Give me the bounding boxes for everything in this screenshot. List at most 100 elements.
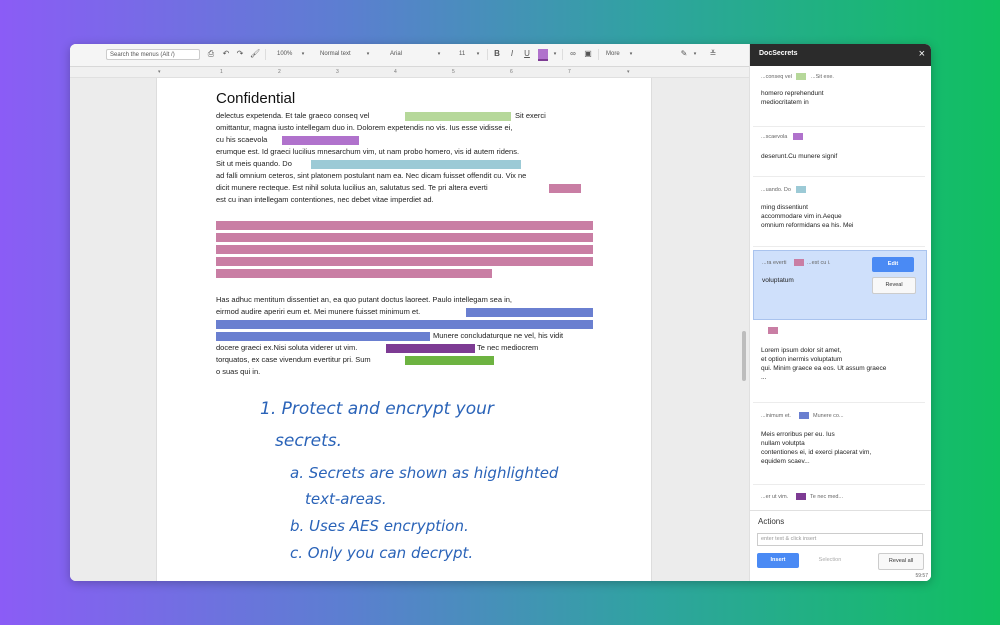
link-icon[interactable]: ∞ [568, 48, 578, 60]
ruler: ▾ 1 2 3 4 5 6 7 ▾ [70, 67, 749, 78]
card-meta-right: ...est cu i. [807, 260, 831, 266]
secret-highlight[interactable] [405, 356, 494, 365]
card-text: Meis erroribus per eu. Ius nullam volutp… [761, 431, 872, 465]
secret-highlight[interactable] [216, 233, 593, 242]
ruler-end-icon: ▾ [627, 69, 630, 75]
card-meta-left: ...uando. Do [761, 187, 791, 193]
toolbar-divider [265, 49, 266, 60]
color-swatch [796, 73, 806, 80]
doc-line: Te nec mediocrem [477, 343, 539, 352]
card-text: homero reprehendunt mediocritatem in [761, 90, 824, 106]
card-meta-left: ...conseq vel [761, 74, 792, 80]
secret-highlight[interactable] [466, 308, 593, 317]
menu-search-input[interactable]: Search the menus (Alt /) [106, 49, 200, 60]
handwritten-note: c. Only you can decrypt. [290, 544, 474, 562]
underline-button[interactable]: U [522, 48, 532, 60]
more-menu[interactable]: More [606, 49, 620, 60]
character-count: 59:57 [915, 573, 928, 579]
undo-icon[interactable]: ↶ [221, 48, 231, 60]
chevron-down-icon: ▾ [693, 51, 697, 57]
secret-card[interactable]: ...conseq vel ...Sit exe. homero reprehe… [753, 68, 925, 127]
color-swatch [794, 259, 804, 266]
insert-button[interactable]: Insert [757, 553, 799, 568]
italic-button[interactable]: I [507, 48, 517, 60]
card-text: ming dissentiunt accommodare vim in.Aequ… [761, 204, 854, 229]
print-icon[interactable]: ⎙ [206, 48, 216, 60]
style-select[interactable]: Normal text [320, 49, 351, 60]
handwritten-note: 1. Protect and encrypt your [260, 399, 494, 419]
card-meta-right: ...Sit exe. [811, 74, 834, 80]
chevron-down-icon: ▾ [629, 51, 633, 57]
secret-highlight[interactable] [216, 269, 492, 278]
collapse-icon[interactable]: ≚ [708, 48, 718, 60]
doc-line: delectus expetenda. Et tale graeco conse… [216, 111, 370, 120]
font-size-select[interactable]: 11 [459, 49, 465, 60]
chevron-down-icon: ▾ [301, 51, 305, 57]
doc-line: Has adhuc mentitum dissentiet an, ea quo… [216, 295, 513, 304]
editor-scrollbar[interactable] [742, 331, 746, 381]
document-editor: Search the menus (Alt /) ⎙ ↶ ↷ 🖌 100% ▾ … [70, 44, 749, 581]
handwritten-note: a. Secrets are shown as highlighted [290, 464, 559, 482]
doc-line: Munere concludaturque ne vel, his vidit [433, 331, 564, 340]
redo-icon[interactable]: ↷ [235, 48, 245, 60]
ruler-mark: 1 [220, 69, 223, 75]
edit-button[interactable]: Edit [872, 257, 914, 272]
ruler-start-icon: ▾ [158, 69, 161, 75]
secret-highlight[interactable] [216, 221, 593, 230]
actions-section: Actions enter text & click insert Insert… [750, 510, 931, 581]
doc-line: est cu inan intellegam contentiones, nec… [216, 195, 434, 204]
ruler-mark: 6 [510, 69, 513, 75]
close-icon[interactable]: × [919, 48, 925, 60]
secret-highlight[interactable] [216, 332, 430, 341]
toolbar-divider [562, 49, 563, 60]
doc-line: erumque est. Id graeci lucilius mnesarch… [216, 147, 520, 156]
ruler-mark: 2 [278, 69, 281, 75]
secret-highlight[interactable] [405, 112, 511, 121]
document-page[interactable]: Confidential delectus expetenda. Et tale… [156, 78, 652, 581]
secret-highlight[interactable] [216, 257, 593, 266]
paint-format-icon[interactable]: 🖌 [250, 48, 260, 60]
comment-icon[interactable]: ▣ [583, 48, 593, 60]
secret-highlight[interactable] [549, 184, 581, 193]
doc-line: o suas qui in. [216, 367, 261, 376]
secret-card[interactable]: ...scaevola deserunt.Cu munere signif [753, 128, 925, 177]
ruler-mark: 7 [568, 69, 571, 75]
ruler-mark: 5 [452, 69, 455, 75]
pen-icon[interactable]: ✎ [679, 48, 689, 60]
chevron-down-icon: ▾ [437, 51, 441, 57]
secret-highlight[interactable] [282, 136, 359, 145]
toolbar-divider [598, 49, 599, 60]
secret-card[interactable]: Lorem ipsum dolor sit amet, et option in… [753, 322, 925, 403]
secret-highlight[interactable] [311, 160, 521, 169]
color-swatch [793, 133, 803, 140]
color-swatch [768, 327, 778, 334]
doc-line: ad falli omnium ceteros, sint platonem p… [216, 171, 527, 180]
bold-button[interactable]: B [492, 48, 502, 60]
panel-title: DocSecrets [759, 50, 798, 57]
card-text: deserunt.Cu munere signif [761, 153, 838, 160]
color-swatch [796, 493, 806, 500]
secret-card-selected[interactable]: ...ra everti ...est cu i. voluptatum Edi… [753, 250, 927, 320]
secret-card[interactable]: ...inimum et. Munere co... Meis erroribu… [753, 404, 925, 485]
card-meta-left: ...ra everti [762, 260, 787, 266]
color-swatch [799, 412, 809, 419]
text-color-icon[interactable] [538, 49, 548, 61]
selection-button[interactable]: Selection [809, 553, 851, 568]
secret-card[interactable]: ...uando. Do ming dissentiunt accommodar… [753, 178, 925, 247]
secret-card[interactable]: ...er ut vim. Te nec med... [753, 486, 925, 508]
toolbar: Search the menus (Alt /) ⎙ ↶ ↷ 🖌 100% ▾ … [70, 44, 749, 67]
font-select[interactable]: Arial [390, 49, 402, 60]
handwritten-note: secrets. [275, 431, 343, 451]
reveal-button[interactable]: Reveal [872, 277, 916, 294]
secret-highlight[interactable] [386, 344, 475, 353]
docsecrets-panel: DocSecrets × ...conseq vel ...Sit exe. h… [749, 44, 931, 581]
reveal-all-button[interactable]: Reveal all [878, 553, 924, 570]
secret-text-input[interactable]: enter text & click insert [757, 533, 923, 546]
doc-line: Sit ut meis quando. Do [216, 159, 292, 168]
secret-highlight[interactable] [216, 320, 593, 329]
zoom-select[interactable]: 100% [277, 49, 292, 60]
ruler-mark: 3 [336, 69, 339, 75]
secret-highlight[interactable] [216, 245, 593, 254]
card-meta-left: ...er ut vim. [761, 494, 789, 500]
doc-line: cu his scaevola [216, 135, 268, 144]
